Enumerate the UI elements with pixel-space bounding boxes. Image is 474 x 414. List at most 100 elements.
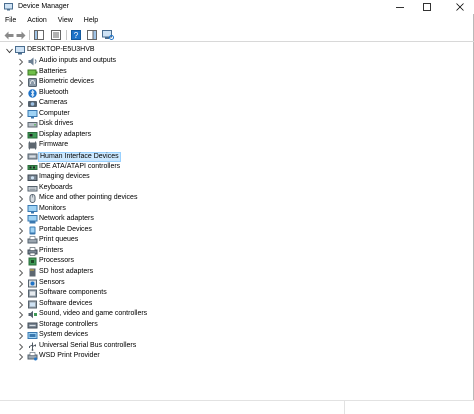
menu-view[interactable]: View: [53, 15, 79, 27]
close-icon: [456, 3, 464, 11]
device-category-row[interactable]: System devices: [0, 331, 200, 341]
scan-hardware-button[interactable]: [102, 29, 114, 41]
device-category-row[interactable]: Mice and other pointing devices: [0, 194, 200, 204]
imaging-device-icon: [27, 174, 38, 182]
system-device-icon: [27, 332, 38, 340]
chevron-right-icon[interactable]: [18, 121, 24, 129]
device-category-row[interactable]: Biometric devices: [0, 78, 200, 88]
title-bar[interactable]: Device Manager: [0, 0, 474, 14]
device-category-row[interactable]: Universal Serial Bus controllers: [0, 342, 200, 352]
chevron-right-icon[interactable]: [18, 248, 24, 256]
device-category-label: Mice and other pointing devices: [39, 194, 138, 202]
menu-action[interactable]: Action: [22, 15, 52, 27]
disk-drive-icon: [27, 122, 38, 128]
chevron-right-icon[interactable]: [18, 311, 24, 319]
device-category-row[interactable]: Computer: [0, 109, 200, 120]
device-category-row[interactable]: Software components: [0, 289, 200, 299]
chevron-right-icon[interactable]: [18, 58, 24, 66]
chevron-right-icon[interactable]: [18, 100, 24, 108]
chevron-right-icon[interactable]: [18, 280, 24, 288]
storage-controller-icon: [27, 322, 38, 329]
action-pane-button[interactable]: [86, 29, 98, 41]
show-hide-console-tree-button[interactable]: [33, 29, 45, 41]
print-queue-icon: [27, 236, 38, 244]
maximize-icon: [423, 3, 431, 11]
device-category-row[interactable]: Network adapters: [0, 215, 200, 225]
device-category-label: WSD Print Provider: [39, 352, 100, 360]
device-tree: DESKTOP-E5U3HVB Audio inputs and outputs…: [0, 44, 474, 404]
back-button[interactable]: [3, 29, 15, 41]
device-category-row[interactable]: Storage controllers: [0, 321, 200, 331]
device-category-row[interactable]: Processors: [0, 257, 200, 267]
ide-controller-icon: [27, 164, 38, 170]
device-category-row[interactable]: Portable Devices: [0, 226, 200, 236]
device-category-row[interactable]: IDE ATA/ATAPI controllers: [0, 163, 200, 173]
portable-device-icon: [29, 226, 36, 235]
chevron-right-icon[interactable]: [18, 195, 24, 203]
help-button[interactable]: ?: [70, 29, 82, 41]
device-category-label: SD host adapters: [39, 268, 94, 275]
forward-button[interactable]: [15, 29, 27, 41]
chevron-right-icon[interactable]: [18, 353, 24, 361]
device-category-row[interactable]: Cameras: [0, 99, 200, 109]
properties-icon: [51, 30, 61, 40]
chevron-right-icon[interactable]: [18, 322, 24, 330]
help-icon: ?: [71, 30, 81, 40]
menu-help[interactable]: Help: [79, 15, 104, 27]
chevron-right-icon[interactable]: [18, 301, 24, 309]
device-category-row[interactable]: Display adapters: [0, 131, 200, 141]
minimize-icon: [396, 7, 404, 8]
chevron-right-icon[interactable]: [18, 132, 24, 140]
chevron-right-icon[interactable]: [18, 153, 24, 161]
device-category-row[interactable]: Imaging devices: [0, 173, 200, 183]
device-category-label: Firmware: [39, 141, 69, 149]
chevron-right-icon[interactable]: [18, 216, 24, 224]
device-category-row[interactable]: Software devices: [0, 300, 200, 310]
device-category-label: Display adapters: [39, 130, 92, 138]
device-category-row[interactable]: Firmware: [0, 141, 200, 151]
chevron-right-icon[interactable]: [18, 206, 24, 214]
device-category-label: Network adapters: [39, 215, 94, 223]
device-manager-window: Device Manager File Action View Help ? D…: [0, 0, 474, 414]
close-button[interactable]: [448, 0, 472, 14]
device-category-row[interactable]: Print queues: [0, 236, 200, 246]
chevron-right-icon[interactable]: [18, 227, 24, 235]
scan-hardware-icon: [102, 30, 114, 40]
device-category-label: Sensors: [39, 278, 65, 286]
device-category-row[interactable]: Audio inputs and outputs: [0, 57, 200, 67]
device-category-row[interactable]: Printers: [0, 247, 200, 257]
chevron-right-icon[interactable]: [18, 258, 24, 266]
chevron-right-icon[interactable]: [18, 237, 24, 245]
device-category-row[interactable]: Disk drives: [0, 120, 200, 130]
maximize-button[interactable]: [415, 0, 439, 14]
chevron-right-icon[interactable]: [18, 90, 24, 98]
chevron-right-icon[interactable]: [18, 79, 24, 87]
menu-file[interactable]: File: [0, 15, 22, 27]
device-category-row[interactable]: Sound, video and game controllers: [0, 310, 200, 320]
chevron-right-icon[interactable]: [18, 343, 24, 351]
device-category-label: Cameras: [39, 99, 68, 107]
properties-button[interactable]: [50, 29, 62, 41]
chevron-right-icon[interactable]: [18, 142, 24, 150]
device-category-row[interactable]: Bluetooth: [0, 89, 200, 99]
device-category-row[interactable]: SD host adapters: [0, 268, 200, 278]
device-category-row[interactable]: Batteries: [0, 68, 200, 78]
chevron-right-icon[interactable]: [18, 290, 24, 298]
chevron-right-icon[interactable]: [18, 69, 24, 77]
chevron-right-icon[interactable]: [18, 332, 24, 340]
device-category-row[interactable]: Human Interface Devices: [0, 151, 200, 162]
device-category-label: Sound, video and game controllers: [39, 310, 148, 318]
speaker-icon: [28, 57, 37, 66]
device-category-row[interactable]: Keyboards: [0, 184, 200, 194]
printer-icon: [27, 247, 38, 256]
chevron-right-icon[interactable]: [18, 164, 24, 172]
device-category-row[interactable]: WSD Print Provider: [0, 352, 200, 362]
device-category-row[interactable]: Monitors: [0, 204, 200, 215]
device-category-row[interactable]: Sensors: [0, 279, 200, 289]
chevron-right-icon[interactable]: [18, 269, 24, 277]
chevron-right-icon[interactable]: [18, 185, 24, 193]
chevron-right-icon[interactable]: [18, 174, 24, 182]
minimize-button[interactable]: [388, 0, 412, 14]
chevron-right-icon[interactable]: [18, 111, 24, 119]
status-bar: [0, 400, 474, 414]
